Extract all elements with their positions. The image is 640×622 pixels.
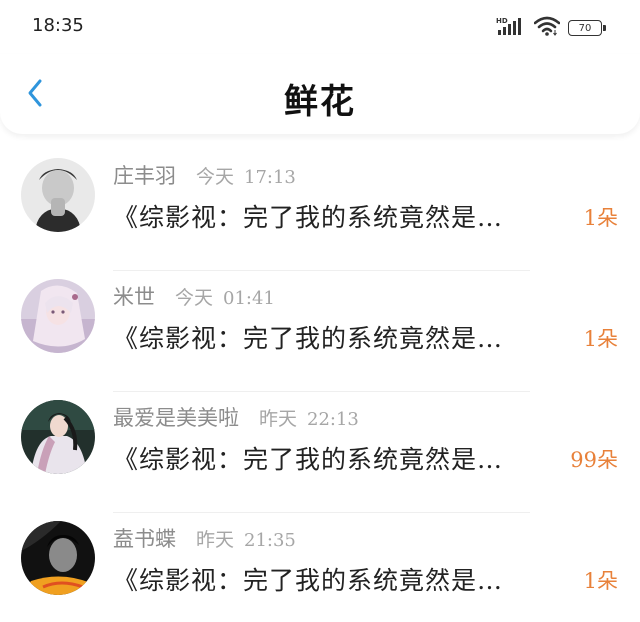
status-bar: 18:35 HD 70 (0, 0, 640, 54)
time-clock: 17:13 (244, 167, 296, 188)
avatar[interactable] (21, 279, 95, 353)
signal-icon: HD (496, 16, 526, 40)
wifi-icon (533, 16, 561, 40)
user-name[interactable]: 米世 (113, 281, 155, 311)
user-name[interactable]: 庄丰羽 (113, 160, 176, 190)
item-meta: 盍书蝶 昨天 21:35 (113, 523, 296, 553)
time-day: 昨天 (196, 529, 235, 551)
gift-count: 1朵 (583, 206, 618, 230)
gift-list: 庄丰羽 今天 17:13 《综影视：完了我的系统竟然是… 1朵 米世 今天 01… (0, 150, 640, 622)
gift-count: 99朵 (570, 448, 618, 472)
header-bar: 鲜花 (0, 54, 640, 134)
avatar[interactable] (21, 400, 95, 474)
time-clock: 01:41 (223, 288, 275, 309)
item-meta: 最爱是美美啦 昨天 22:13 (113, 402, 359, 432)
battery-icon: 70 (568, 20, 606, 36)
status-icons: HD 70 (496, 16, 606, 40)
avatar[interactable] (21, 158, 95, 232)
avatar[interactable] (21, 521, 95, 595)
book-title[interactable]: 《综影视：完了我的系统竟然是… (113, 198, 565, 234)
item-meta: 米世 今天 01:41 (113, 281, 275, 311)
gift-count: 1朵 (583, 569, 618, 593)
battery-level: 70 (578, 22, 592, 34)
user-name[interactable]: 最爱是美美啦 (113, 402, 239, 432)
book-title[interactable]: 《综影视：完了我的系统竟然是… (113, 319, 565, 355)
time-day: 今天 (175, 287, 214, 309)
screen: 18:35 HD 70 鲜花 庄丰羽 今天 17:13 《综影视：完了我的系统竟… (0, 0, 640, 622)
time-clock: 22:13 (307, 409, 359, 430)
book-title[interactable]: 《综影视：完了我的系统竟然是… (113, 440, 565, 476)
gift-count: 1朵 (583, 327, 618, 351)
time-day: 昨天 (259, 408, 298, 430)
list-item[interactable]: 盍书蝶 昨天 21:35 《综影视：完了我的系统竟然是… 1朵 (0, 513, 640, 622)
time-day: 今天 (196, 166, 235, 188)
item-meta: 庄丰羽 今天 17:13 (113, 160, 296, 190)
book-title[interactable]: 《综影视：完了我的系统竟然是… (113, 561, 565, 597)
user-name[interactable]: 盍书蝶 (113, 523, 176, 553)
status-time: 18:35 (32, 15, 84, 36)
list-item[interactable]: 米世 今天 01:41 《综影视：完了我的系统竟然是… 1朵 (0, 271, 640, 392)
page-title: 鲜花 (284, 82, 356, 122)
list-item[interactable]: 最爱是美美啦 昨天 22:13 《综影视：完了我的系统竟然是… 99朵 (0, 392, 640, 513)
list-item[interactable]: 庄丰羽 今天 17:13 《综影视：完了我的系统竟然是… 1朵 (0, 150, 640, 271)
signal-hd-label: HD (496, 17, 508, 25)
time-clock: 21:35 (244, 530, 296, 551)
